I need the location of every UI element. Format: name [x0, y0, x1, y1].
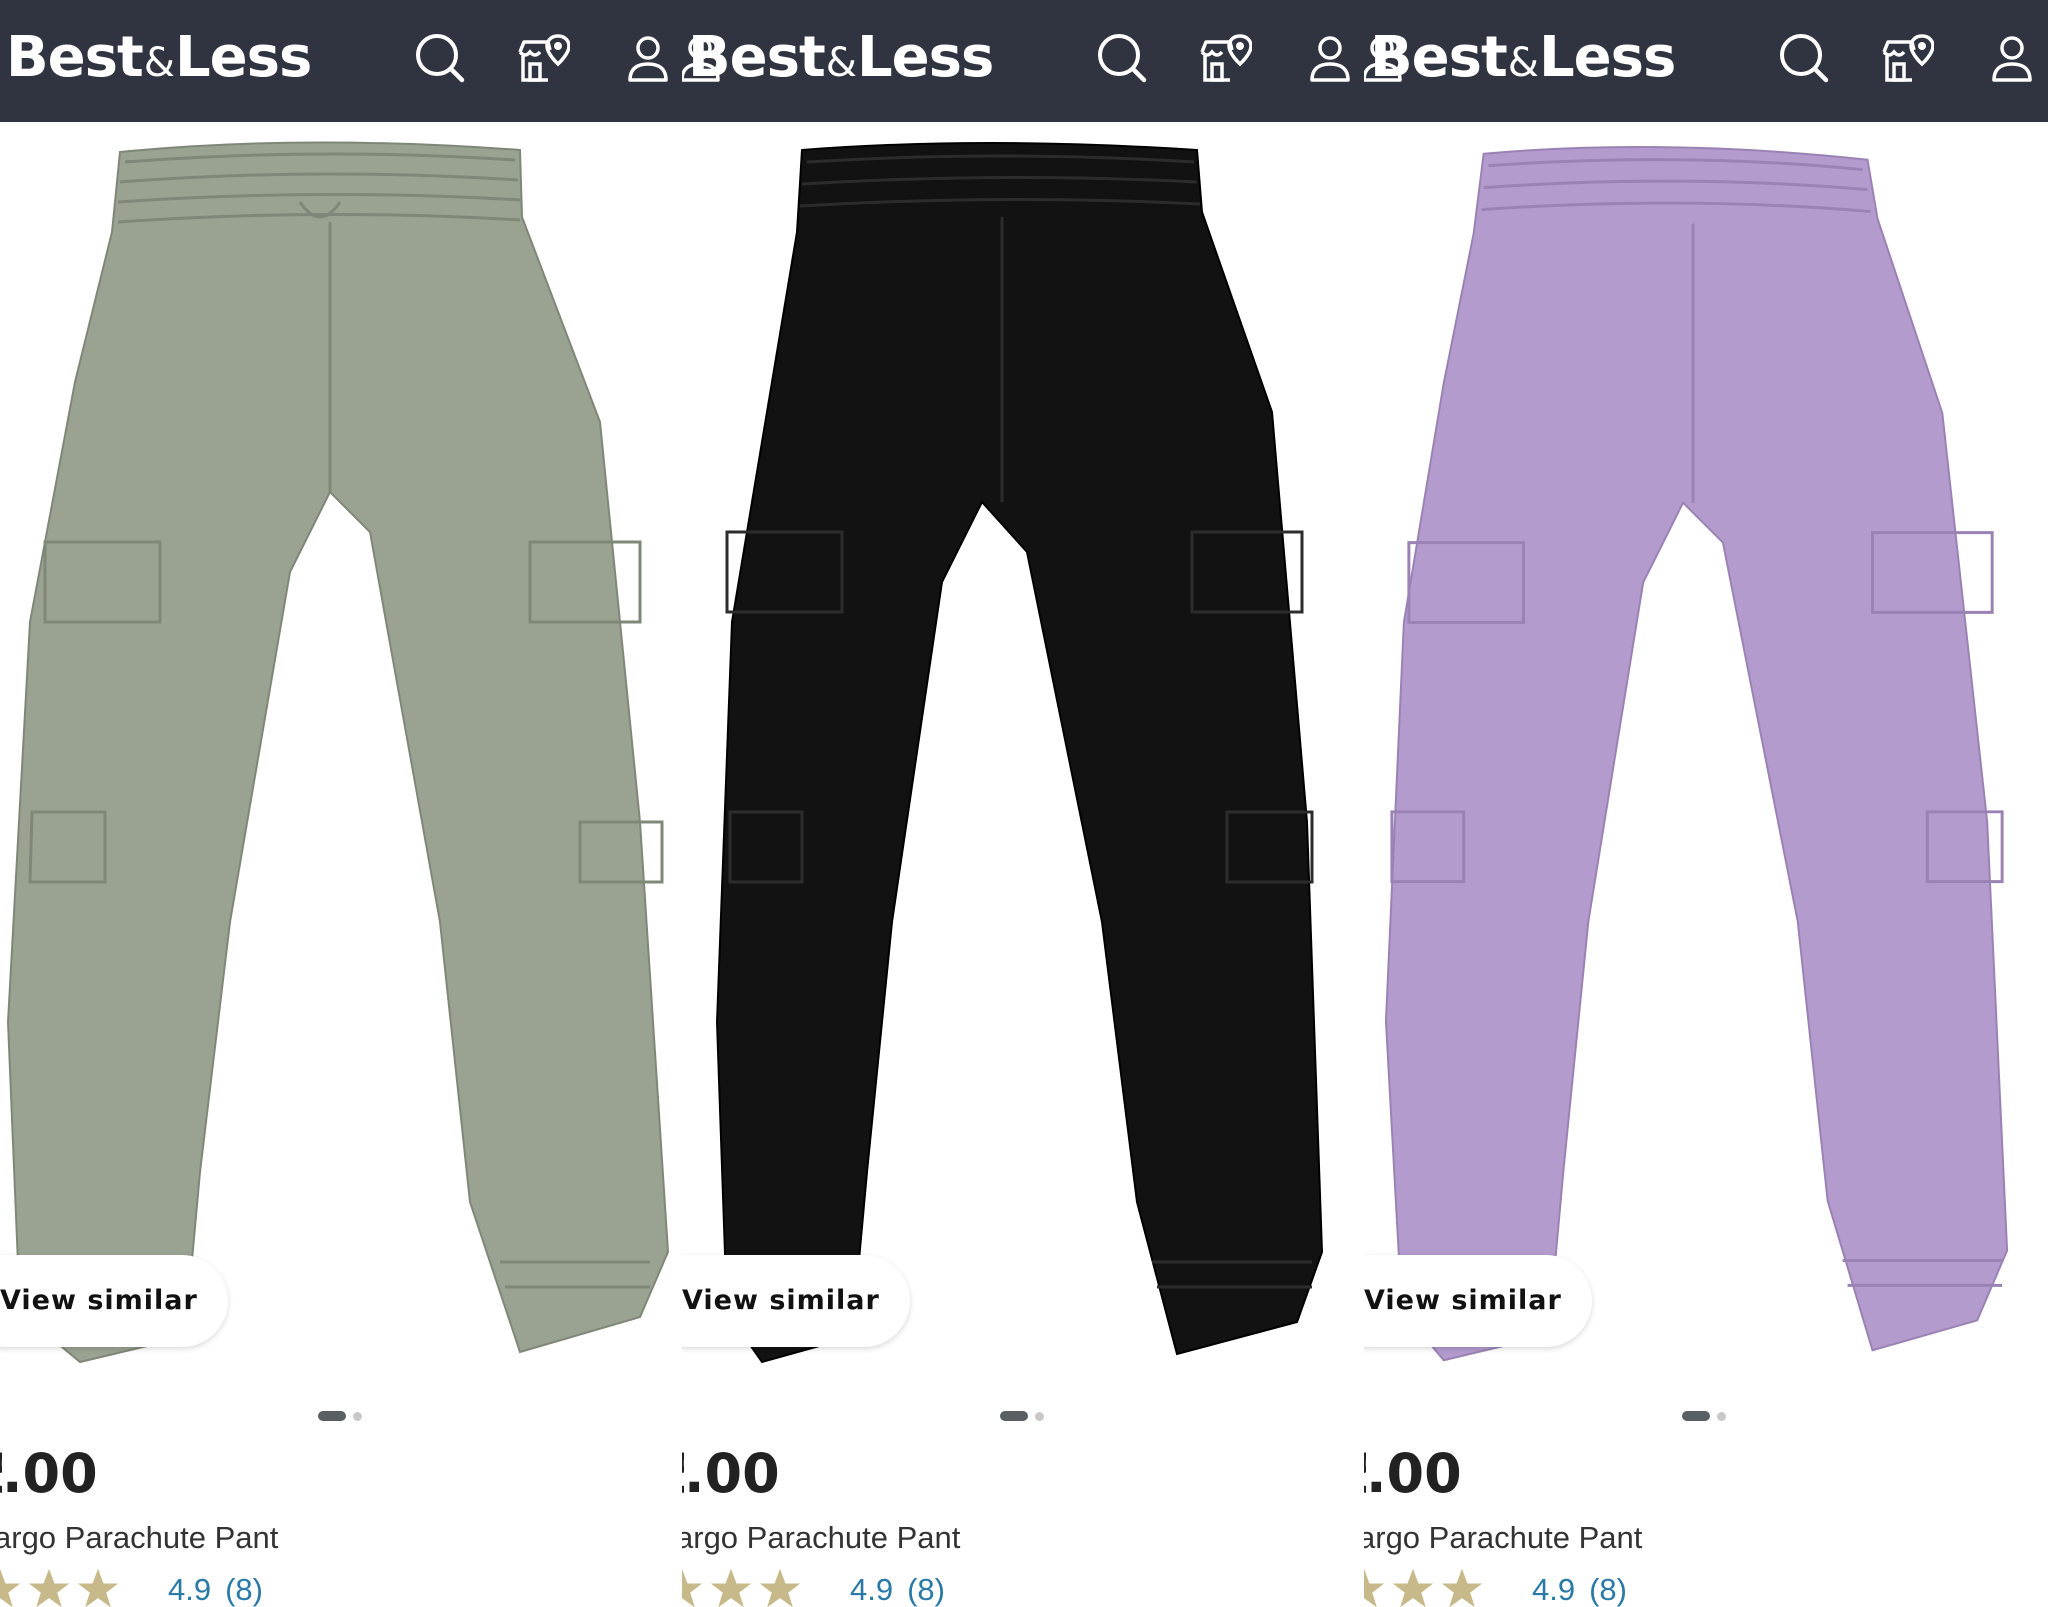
- product-image[interactable]: [0, 122, 682, 1372]
- rating-summary[interactable]: 4.9 (8): [850, 1572, 959, 1607]
- rating-stars: [1364, 1567, 1489, 1607]
- search-icon[interactable]: [1776, 30, 1832, 86]
- product-name[interactable]: argo Parachute Pant: [682, 1520, 960, 1556]
- product-name[interactable]: argo Parachute Pant: [0, 1520, 278, 1556]
- rating-stars: [0, 1567, 125, 1607]
- star-icon: [682, 1567, 704, 1607]
- account-icon[interactable]: [1984, 30, 2040, 86]
- rating-value: 4.9: [850, 1572, 894, 1607]
- header-bar: Best&Less: [1364, 0, 2048, 122]
- header-bar: Best&Less: [0, 0, 682, 122]
- rating-value: 4.9: [1532, 1572, 1576, 1607]
- view-similar-button[interactable]: View similar: [1364, 1255, 1592, 1347]
- carousel-indicator[interactable]: [1000, 1410, 1060, 1422]
- star-icon: [1391, 1567, 1435, 1607]
- brand-logo[interactable]: Best&Less: [6, 22, 312, 99]
- brand-logo[interactable]: Best&Less: [688, 22, 994, 99]
- star-icon: [76, 1567, 120, 1607]
- rating-summary[interactable]: 4.9 (8): [1532, 1572, 1641, 1607]
- star-icon: [709, 1567, 753, 1607]
- review-count[interactable]: (8): [907, 1572, 945, 1607]
- account-icon[interactable]: [1302, 30, 1358, 86]
- product-panel-3: Best&Less View similar .00 argo Parachut…: [1364, 0, 2048, 1607]
- view-similar-button[interactable]: View similar: [0, 1255, 228, 1347]
- carousel-dot-active[interactable]: [1682, 1411, 1710, 1421]
- store-locator-icon[interactable]: [514, 30, 570, 86]
- product-name[interactable]: argo Parachute Pant: [1364, 1520, 1642, 1556]
- carousel-indicator[interactable]: [1682, 1410, 1742, 1422]
- carousel-indicator[interactable]: [318, 1410, 378, 1422]
- store-locator-icon[interactable]: [1878, 30, 1934, 86]
- carousel-dot[interactable]: [353, 1412, 362, 1421]
- carousel-dot[interactable]: [1035, 1412, 1044, 1421]
- carousel-dot-active[interactable]: [318, 1411, 346, 1421]
- rating-stars: [682, 1567, 807, 1607]
- review-count[interactable]: (8): [1589, 1572, 1627, 1607]
- star-icon: [758, 1567, 802, 1607]
- product-price: 5.00: [0, 1442, 98, 1505]
- star-icon: [1364, 1567, 1386, 1607]
- brand-logo[interactable]: Best&Less: [1370, 22, 1676, 99]
- carousel-dot-active[interactable]: [1000, 1411, 1028, 1421]
- review-count[interactable]: (8): [225, 1572, 263, 1607]
- product-panel-1: Best&Less View similar .00 argo Parachut…: [0, 0, 682, 1607]
- rating-value: 4.9: [168, 1572, 212, 1607]
- header-bar: Best&Less: [682, 0, 1364, 122]
- store-locator-icon[interactable]: [1196, 30, 1252, 86]
- search-icon[interactable]: [1094, 30, 1150, 86]
- product-image[interactable]: [682, 122, 1364, 1372]
- account-icon[interactable]: [620, 30, 676, 86]
- star-icon: [0, 1567, 22, 1607]
- view-similar-button[interactable]: View similar: [682, 1255, 910, 1347]
- star-icon: [1440, 1567, 1484, 1607]
- screenshot-collage: Best&Less View similar .00 argo Parachut…: [0, 0, 2048, 1607]
- rating-summary[interactable]: 4.9 (8): [168, 1572, 277, 1607]
- product-price: 5.00: [682, 1442, 780, 1505]
- star-icon: [27, 1567, 71, 1607]
- product-price: 5.00: [1364, 1442, 1462, 1505]
- product-panel-2: Best&Less View similar .00 argo Parachut…: [682, 0, 1364, 1607]
- search-icon[interactable]: [412, 30, 468, 86]
- carousel-dot[interactable]: [1717, 1412, 1726, 1421]
- product-image[interactable]: [1364, 122, 2046, 1372]
